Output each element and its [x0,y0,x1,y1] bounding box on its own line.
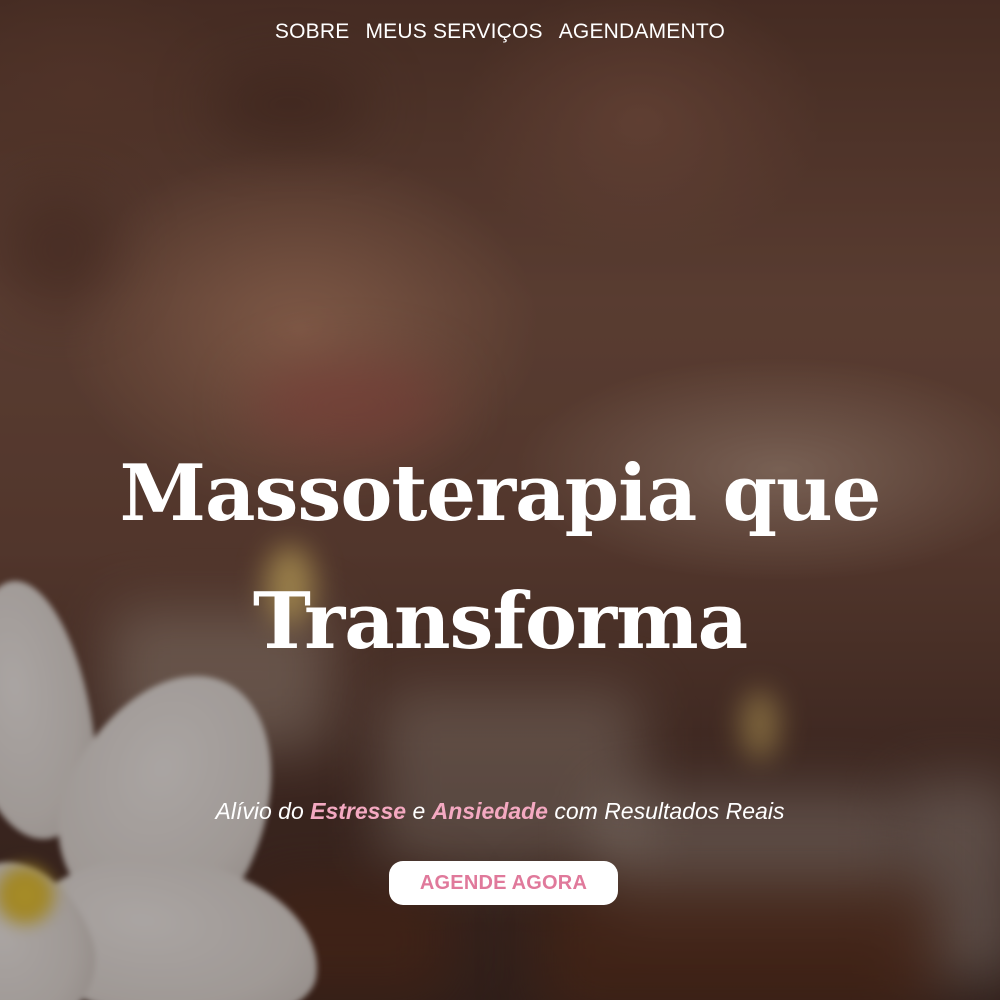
nav-link-agendamento[interactable]: AGENDAMENTO [559,20,725,44]
subtitle-highlight-estresse: Estresse [310,798,407,824]
subtitle-text-2: e [406,798,432,824]
hero-section: SOBRE MEUS SERVIÇOS AGENDAMENTO Massoter… [0,0,1000,1000]
top-navigation: SOBRE MEUS SERVIÇOS AGENDAMENTO [0,20,1000,44]
hero-subtitle: Alívio do Estresse e Ansiedade com Resul… [0,798,1000,825]
subtitle-highlight-ansiedade: Ansiedade [431,798,548,824]
agende-agora-button[interactable]: AGENDE AGORA [389,861,618,905]
subtitle-text-1: Alívio do [215,798,311,824]
nav-link-meus-servicos[interactable]: MEUS SERVIÇOS [365,20,542,44]
hero-title-line2: Transforma [252,576,748,667]
nav-link-sobre[interactable]: SOBRE [275,20,350,44]
hero-title: Massoterapia que Transforma [0,430,1000,686]
subtitle-text-3: com Resultados Reais [547,798,785,824]
hero-title-line1: Massoterapia que [119,448,882,539]
